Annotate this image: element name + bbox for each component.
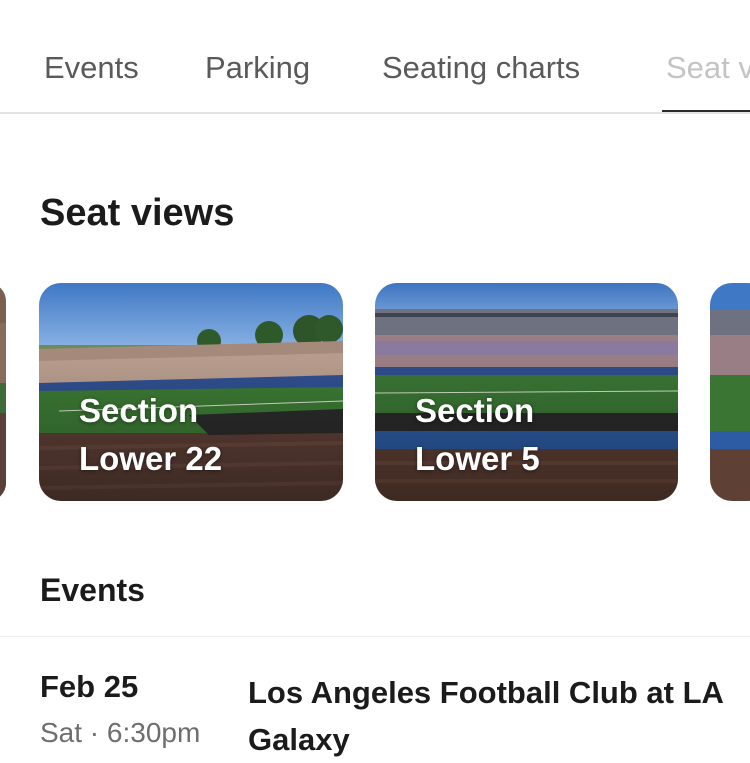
seat-view-image bbox=[710, 283, 750, 501]
tab-parking[interactable]: Parking bbox=[205, 50, 310, 86]
seat-view-card[interactable]: Section Lower 5 bbox=[375, 283, 678, 501]
seat-view-card-partial-right[interactable] bbox=[710, 283, 750, 501]
seat-views-heading: Seat views bbox=[40, 192, 235, 234]
event-list-item[interactable]: Feb 25 Sat · 6:30pm Los Angeles Football… bbox=[0, 636, 750, 757]
section-name: Lower 22 bbox=[79, 440, 223, 477]
seat-view-card[interactable]: Section Lower 22 bbox=[39, 283, 343, 501]
event-date: Feb 25 bbox=[40, 669, 139, 704]
events-heading: Events bbox=[40, 572, 145, 608]
tab-bar: Events Parking Seating charts Seat views bbox=[0, 0, 750, 114]
section-name: Lower 5 bbox=[415, 440, 540, 477]
tab-seat-views[interactable]: Seat views bbox=[666, 50, 750, 86]
section-label: Section bbox=[415, 392, 535, 429]
seat-view-label: Section Lower 5 bbox=[415, 387, 540, 483]
tab-events[interactable]: Events bbox=[44, 50, 139, 86]
seat-view-image bbox=[0, 283, 6, 501]
section-label: Section bbox=[79, 392, 199, 429]
event-name: Los Angeles Football Club at LA Galaxy bbox=[248, 675, 723, 757]
seat-view-card-partial-left[interactable] bbox=[0, 283, 6, 501]
active-tab-indicator bbox=[662, 110, 750, 112]
event-time: Sat · 6:30pm bbox=[40, 717, 201, 748]
tab-seating-charts[interactable]: Seating charts bbox=[382, 50, 580, 86]
seat-view-label: Section Lower 22 bbox=[79, 387, 222, 483]
